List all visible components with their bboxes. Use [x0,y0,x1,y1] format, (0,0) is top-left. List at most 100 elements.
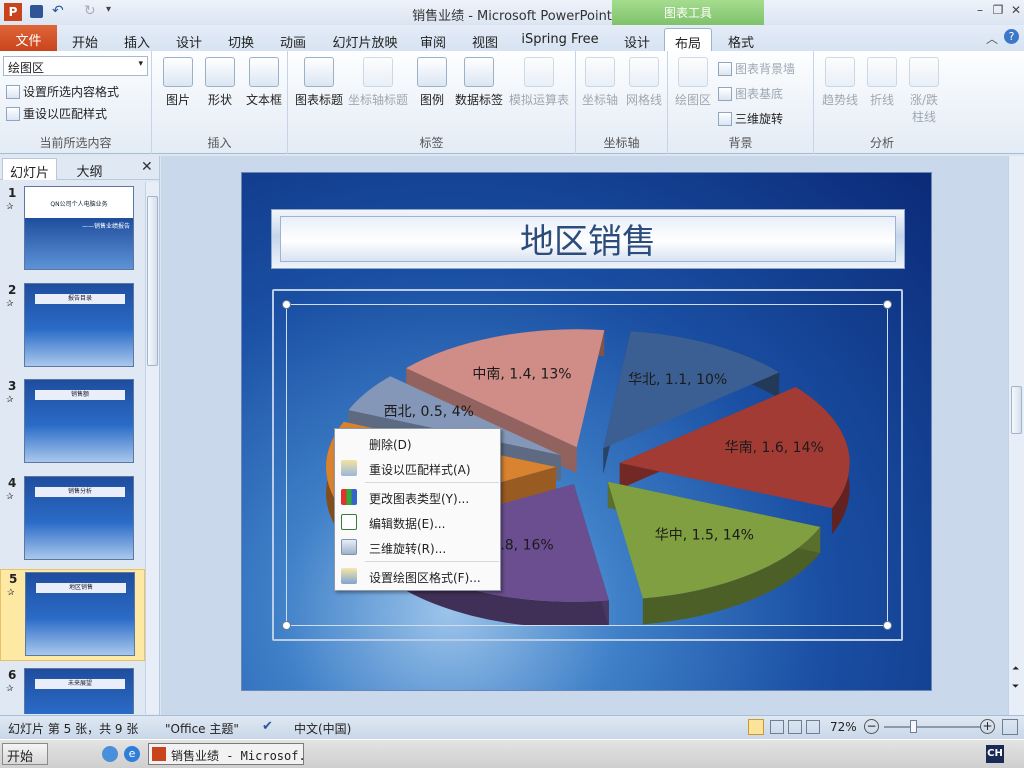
tab-insert[interactable]: 插入 [118,28,156,51]
close-icon[interactable]: ✕ [1009,3,1023,17]
start-button[interactable]: 开始 [2,743,48,765]
slide-thumbnail-4[interactable]: 4 ✰ 销售分析 [0,474,145,566]
slide-number: 4 [8,476,17,490]
close-pane-icon[interactable]: ✕ [141,159,153,175]
slide-thumbnail-6[interactable]: 6 ✰ 未来展望 [0,666,145,714]
axes-button[interactable]: 坐标轴 [578,57,622,108]
tab-chart-layout[interactable]: 布局 [664,28,712,52]
tab-slideshow[interactable]: 幻灯片放映 [328,28,402,51]
slide-thumbnail-3[interactable]: 3 ✰ 销售额 [0,377,145,469]
minimize-icon[interactable]: – [973,3,987,17]
ie-icon[interactable]: e [124,746,140,762]
normal-view-icon[interactable] [748,719,764,735]
menu-item-edit-data[interactable]: 编辑数据(E)... [335,510,500,534]
tab-transitions[interactable]: 切换 [222,28,260,51]
shapes-icon [205,57,235,87]
reading-view-icon[interactable] [788,720,802,734]
zoom-out-icon[interactable]: − [864,719,879,734]
menu-item-change-chart-type[interactable]: 更改图表类型(Y)... [335,485,500,509]
tab-design[interactable]: 设计 [170,28,208,51]
taskbar-item-powerpoint[interactable]: 销售业绩 - Microsof... [148,743,304,765]
format-selection-button[interactable]: 设置所选内容格式 [6,83,119,100]
language-status[interactable]: 中文(中国) [294,720,351,737]
tab-slides[interactable]: 幻灯片 [2,158,57,181]
thumbnail-image: 销售额 [24,379,134,463]
legend-button[interactable]: 图例 [412,57,452,108]
lines-button[interactable]: 折线 [864,57,900,108]
scrollbar-thumb[interactable] [1011,386,1022,434]
tab-home[interactable]: 开始 [66,28,104,51]
slide-position-status: 幻灯片 第 5 张，共 9 张 [8,722,139,736]
help-icon[interactable]: ? [1004,29,1019,44]
slide-number: 6 [8,668,17,682]
menu-item-3d-rotation[interactable]: 三维旋转(R)... [335,535,500,559]
zoom-slider-track[interactable] [884,720,980,733]
menu-item-format-plot-area[interactable]: 设置绘图区格式(F)... [335,564,500,588]
reset-style-button[interactable]: 重设以匹配样式 [6,105,107,122]
plot-area-handle[interactable] [883,621,892,630]
slide-thumbnail-1[interactable]: 1 ✰ QN公司个人电脑业务 ——销售业绩报告 [0,184,145,276]
theme-status[interactable]: "Office 主题" [165,720,239,737]
plot-area-handle[interactable] [282,621,291,630]
slide-thumbnail-2[interactable]: 2 ✰ 报告目录 [0,281,145,373]
rotation-3d-button[interactable]: 三维旋转 [718,110,783,127]
group-label-labels: 标签 [419,136,444,150]
menu-item-reset-style-label: 重设以匹配样式(A) [369,463,471,477]
plot-area-handle[interactable] [282,300,291,309]
fit-to-window-icon[interactable] [1002,719,1018,735]
tab-ispring[interactable]: iSpring Free [518,28,602,51]
gridlines-button[interactable]: 网格线 [622,57,666,108]
slide-sorter-icon[interactable] [770,720,784,734]
tab-review[interactable]: 审阅 [414,28,452,51]
ime-indicator[interactable]: CH [986,745,1004,763]
insert-textbox-button[interactable]: 文本框 [242,57,286,108]
plot-area-button[interactable]: 绘图区 [670,57,716,108]
group-axes: 坐标轴 网格线 坐标轴 [576,51,668,154]
slide-title-box[interactable]: 地区销售 [271,209,905,269]
restore-icon[interactable]: ❐ [991,3,1005,17]
data-labels-button[interactable]: 数据标签 [452,57,506,108]
tab-animations[interactable]: 动画 [274,28,312,51]
menu-item-delete[interactable]: 删除(D) [335,431,500,455]
slide-number: 1 [8,186,17,200]
tab-file[interactable]: 文件 [0,25,57,51]
group-label-insert: 插入 [207,136,232,150]
data-table-icon [524,57,554,87]
zoom-in-icon[interactable]: + [980,719,995,734]
scrollbar-thumb[interactable] [147,196,158,366]
minimize-ribbon-icon[interactable]: ︿ [986,30,998,47]
canvas-scrollbar[interactable]: ⏶ ⏷ [1008,156,1024,715]
zoom-level[interactable]: 72% [830,720,857,734]
tab-outline[interactable]: 大纲 [62,158,117,180]
slideshow-icon[interactable] [806,720,820,734]
prev-slide-icon[interactable]: ⏶ [1012,664,1019,674]
chart-wall-button[interactable]: 图表背景墙 [718,60,795,77]
axis-titles-button[interactable]: 坐标轴标题 [346,57,410,108]
slide-title: 地区销售 [520,222,656,262]
data-table-button[interactable]: 模拟运算表 [506,57,572,108]
quick-launch-icon[interactable] [102,746,118,762]
plot-area-icon [678,57,708,87]
insert-picture-button[interactable]: 图片 [160,57,196,108]
insert-shapes-button[interactable]: 形状 [200,57,240,108]
zoom-slider-thumb[interactable] [910,720,917,733]
menu-item-reset-style[interactable]: 重设以匹配样式(A) [335,456,500,480]
axis-titles-icon [363,57,393,87]
thumbnail-title: 销售额 [35,390,125,400]
tab-view[interactable]: 视图 [466,28,504,51]
rotation-3d-icon [341,539,357,555]
tab-chart-design[interactable]: 设计 [618,28,656,51]
next-slide-icon[interactable]: ⏷ [1012,682,1019,692]
menu-item-change-chart-type-label: 更改图表类型(Y)... [369,492,470,506]
thumbnail-title: QN公司个人电脑业务 [50,201,108,208]
chart-title-button[interactable]: 图表标题 [292,57,346,108]
tab-chart-format[interactable]: 格式 [722,28,760,51]
chart-floor-button[interactable]: 图表基底 [718,85,783,102]
slides-pane-scrollbar[interactable] [145,182,159,714]
trendline-button[interactable]: 趋势线 [818,57,862,108]
spell-check-icon[interactable]: ✔ [262,719,273,734]
plot-area-handle[interactable] [883,300,892,309]
slide-thumbnail-5[interactable]: 5 ✰ 地区销售 [0,569,145,661]
selection-dropdown[interactable]: 绘图区 ▾ [3,56,148,76]
updown-bars-button[interactable]: 涨/跌 柱线 [902,57,946,125]
